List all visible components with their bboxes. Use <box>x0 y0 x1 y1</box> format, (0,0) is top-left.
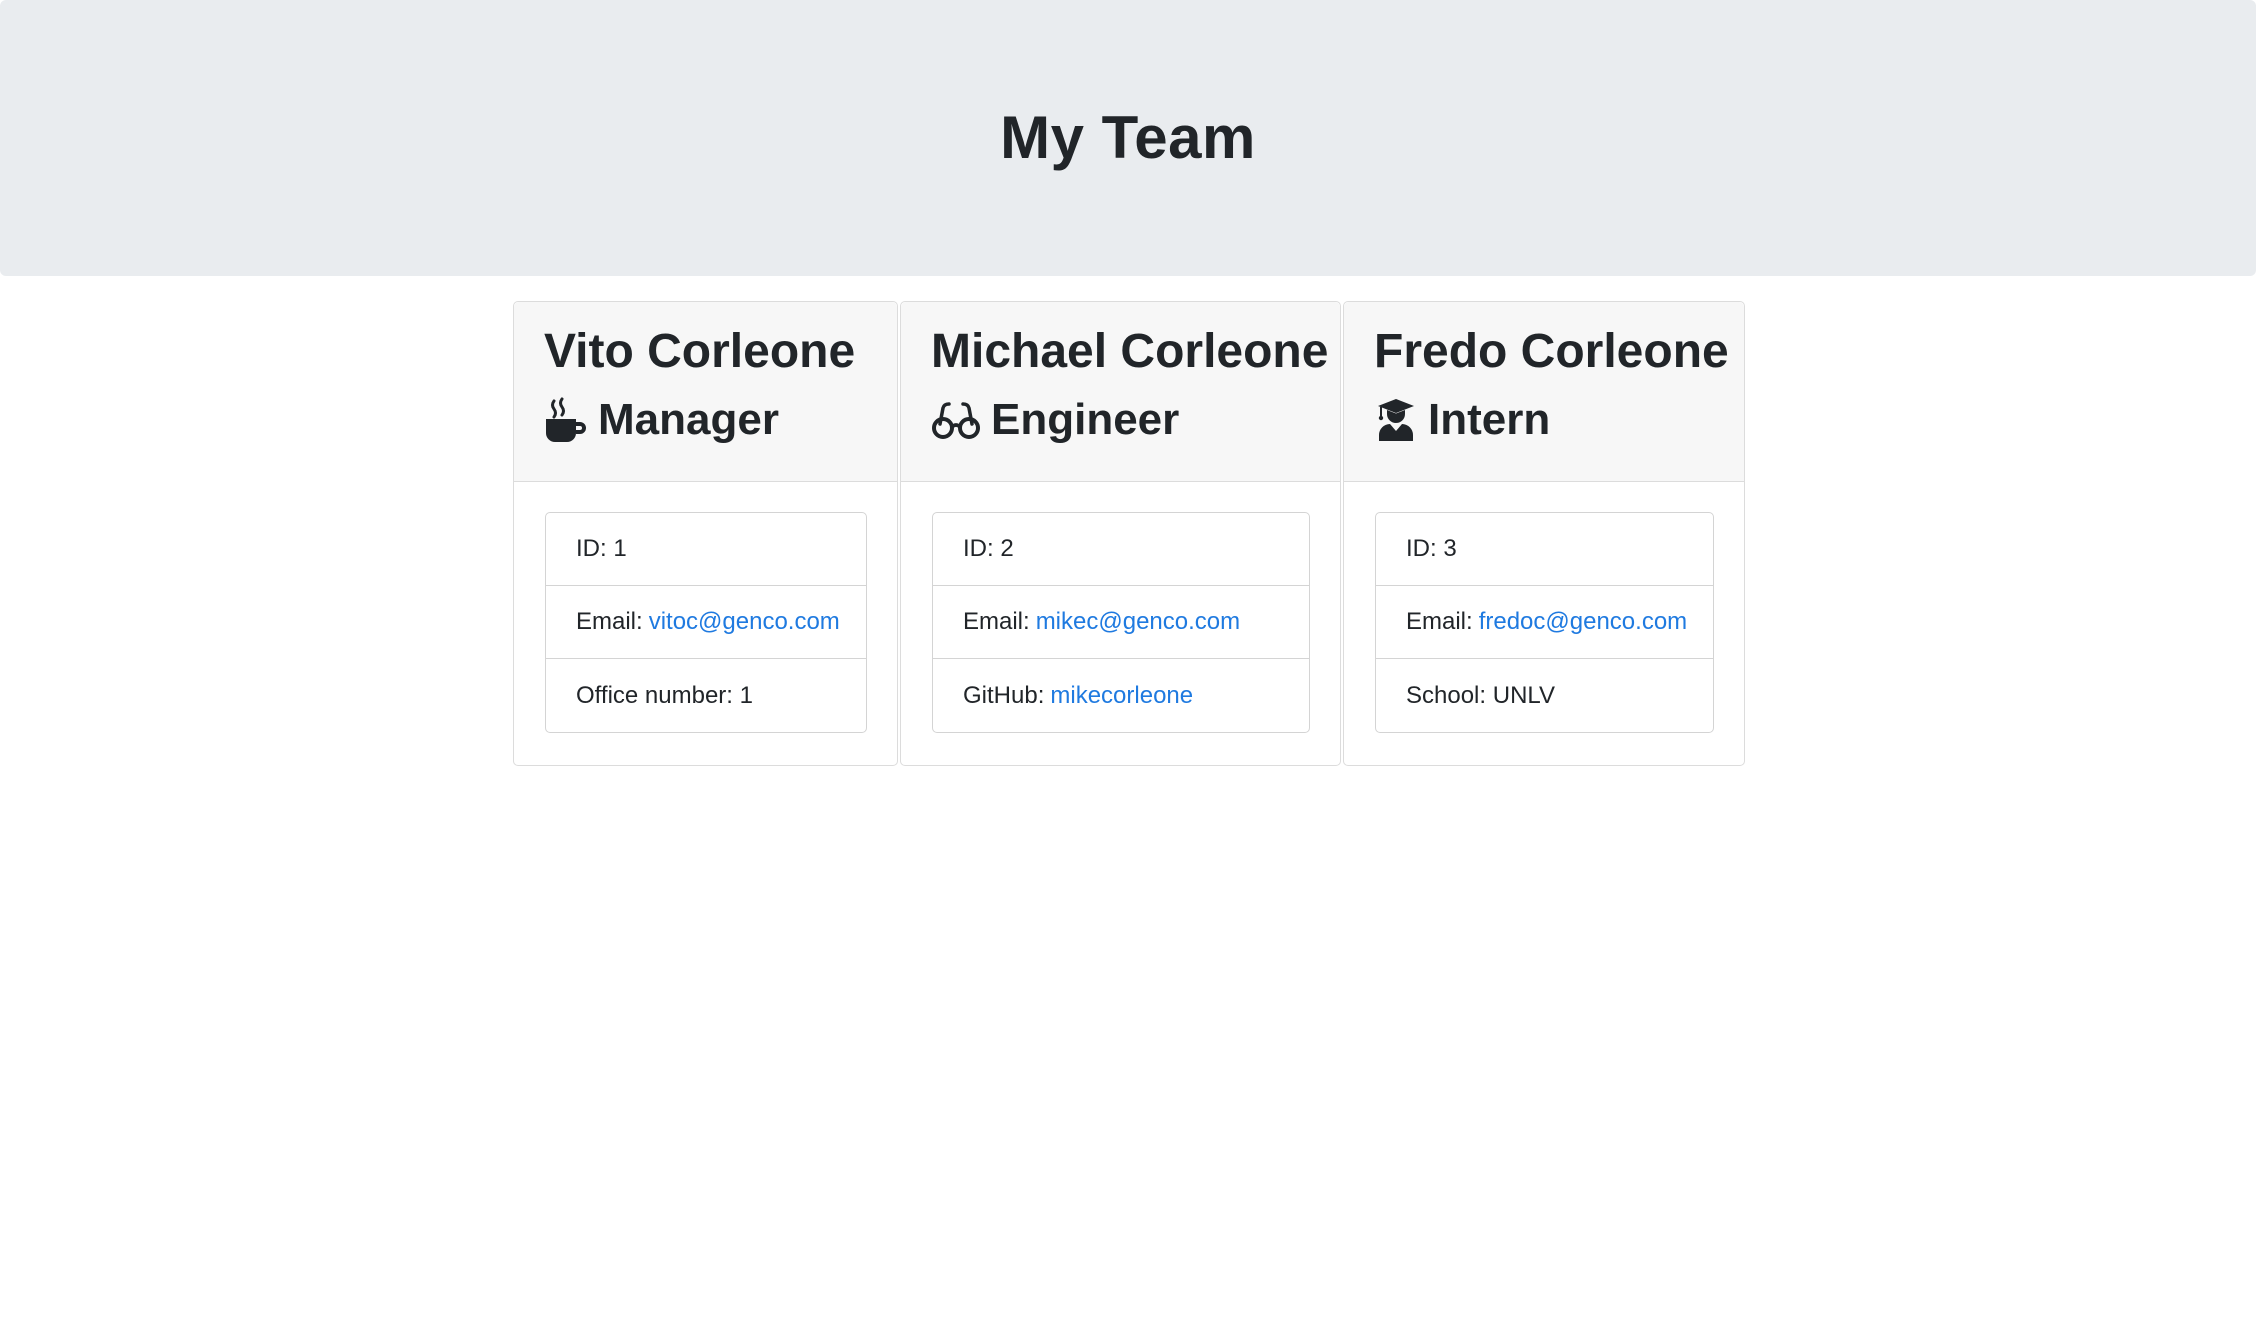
employee-card-engineer: Michael Corleone Engineer ID: 2 Email: m… <box>900 301 1341 766</box>
employee-email: Email: vitoc@genco.com <box>546 586 866 659</box>
card-header: Fredo Corleone Intern <box>1344 302 1744 482</box>
role-label: Engineer <box>991 395 1180 444</box>
school-label: School: <box>1406 681 1487 709</box>
office-number-value: 1 <box>739 681 753 709</box>
employee-school: School: UNLV <box>1376 659 1713 732</box>
employee-card-intern: Fredo Corleone Intern ID: 3 Email: fredo… <box>1343 301 1745 766</box>
card-header: Michael Corleone Engineer <box>901 302 1340 482</box>
office-number-label: Office number: <box>576 681 733 709</box>
employee-office-number: Office number: 1 <box>546 659 866 732</box>
email-label: Email: <box>576 608 643 635</box>
mug-icon <box>544 396 588 444</box>
graduate-icon <box>1374 396 1418 444</box>
employee-name: Vito Corleone <box>544 325 856 378</box>
email-link[interactable]: vitoc@genco.com <box>649 608 840 636</box>
employee-details: ID: 1 Email: vitoc@genco.com Office numb… <box>545 512 867 733</box>
employee-name: Michael Corleone <box>931 325 1329 378</box>
employee-name: Fredo Corleone <box>1374 325 1729 378</box>
email-link[interactable]: fredoc@genco.com <box>1479 608 1687 636</box>
card-body: ID: 3 Email: fredoc@genco.com School: UN… <box>1344 482 1744 763</box>
employee-details: ID: 2 Email: mikec@genco.com GitHub: mik… <box>932 512 1310 733</box>
id-value: 2 <box>1000 535 1014 562</box>
employee-id: ID: 3 <box>1376 513 1713 586</box>
page-header: My Team <box>0 0 2256 276</box>
employee-role: Manager <box>544 390 867 450</box>
card-body: ID: 2 Email: mikec@genco.com GitHub: mik… <box>901 482 1340 763</box>
github-label: GitHub: <box>963 681 1045 709</box>
id-label: ID: <box>576 535 607 562</box>
page-title: My Team <box>1000 103 1256 171</box>
email-link[interactable]: mikec@genco.com <box>1036 608 1240 636</box>
role-label: Manager <box>598 395 779 444</box>
id-label: ID: <box>1406 535 1437 562</box>
role-label: Intern <box>1428 395 1551 444</box>
id-value: 3 <box>1443 535 1457 562</box>
employee-id: ID: 1 <box>546 513 866 586</box>
email-label: Email: <box>1406 608 1473 635</box>
employee-id: ID: 2 <box>933 513 1309 586</box>
card-body: ID: 1 Email: vitoc@genco.com Office numb… <box>514 482 897 763</box>
employee-github: GitHub: mikecorleone <box>933 659 1309 732</box>
team-cards: Vito Corleone Manager ID: 1 Email: vitoc… <box>513 301 1745 766</box>
id-label: ID: <box>963 535 994 562</box>
github-link[interactable]: mikecorleone <box>1050 682 1193 710</box>
school-value: UNLV <box>1492 681 1555 709</box>
id-value: 1 <box>613 535 627 562</box>
employee-role: Engineer <box>931 390 1310 450</box>
employee-role: Intern <box>1374 390 1714 450</box>
employee-details: ID: 3 Email: fredoc@genco.com School: UN… <box>1375 512 1714 733</box>
employee-email: Email: mikec@genco.com <box>933 586 1309 659</box>
employee-email: Email: fredoc@genco.com <box>1376 586 1713 659</box>
email-label: Email: <box>963 608 1030 635</box>
card-header: Vito Corleone Manager <box>514 302 897 482</box>
employee-card-manager: Vito Corleone Manager ID: 1 Email: vitoc… <box>513 301 898 766</box>
glasses-icon <box>931 396 981 444</box>
